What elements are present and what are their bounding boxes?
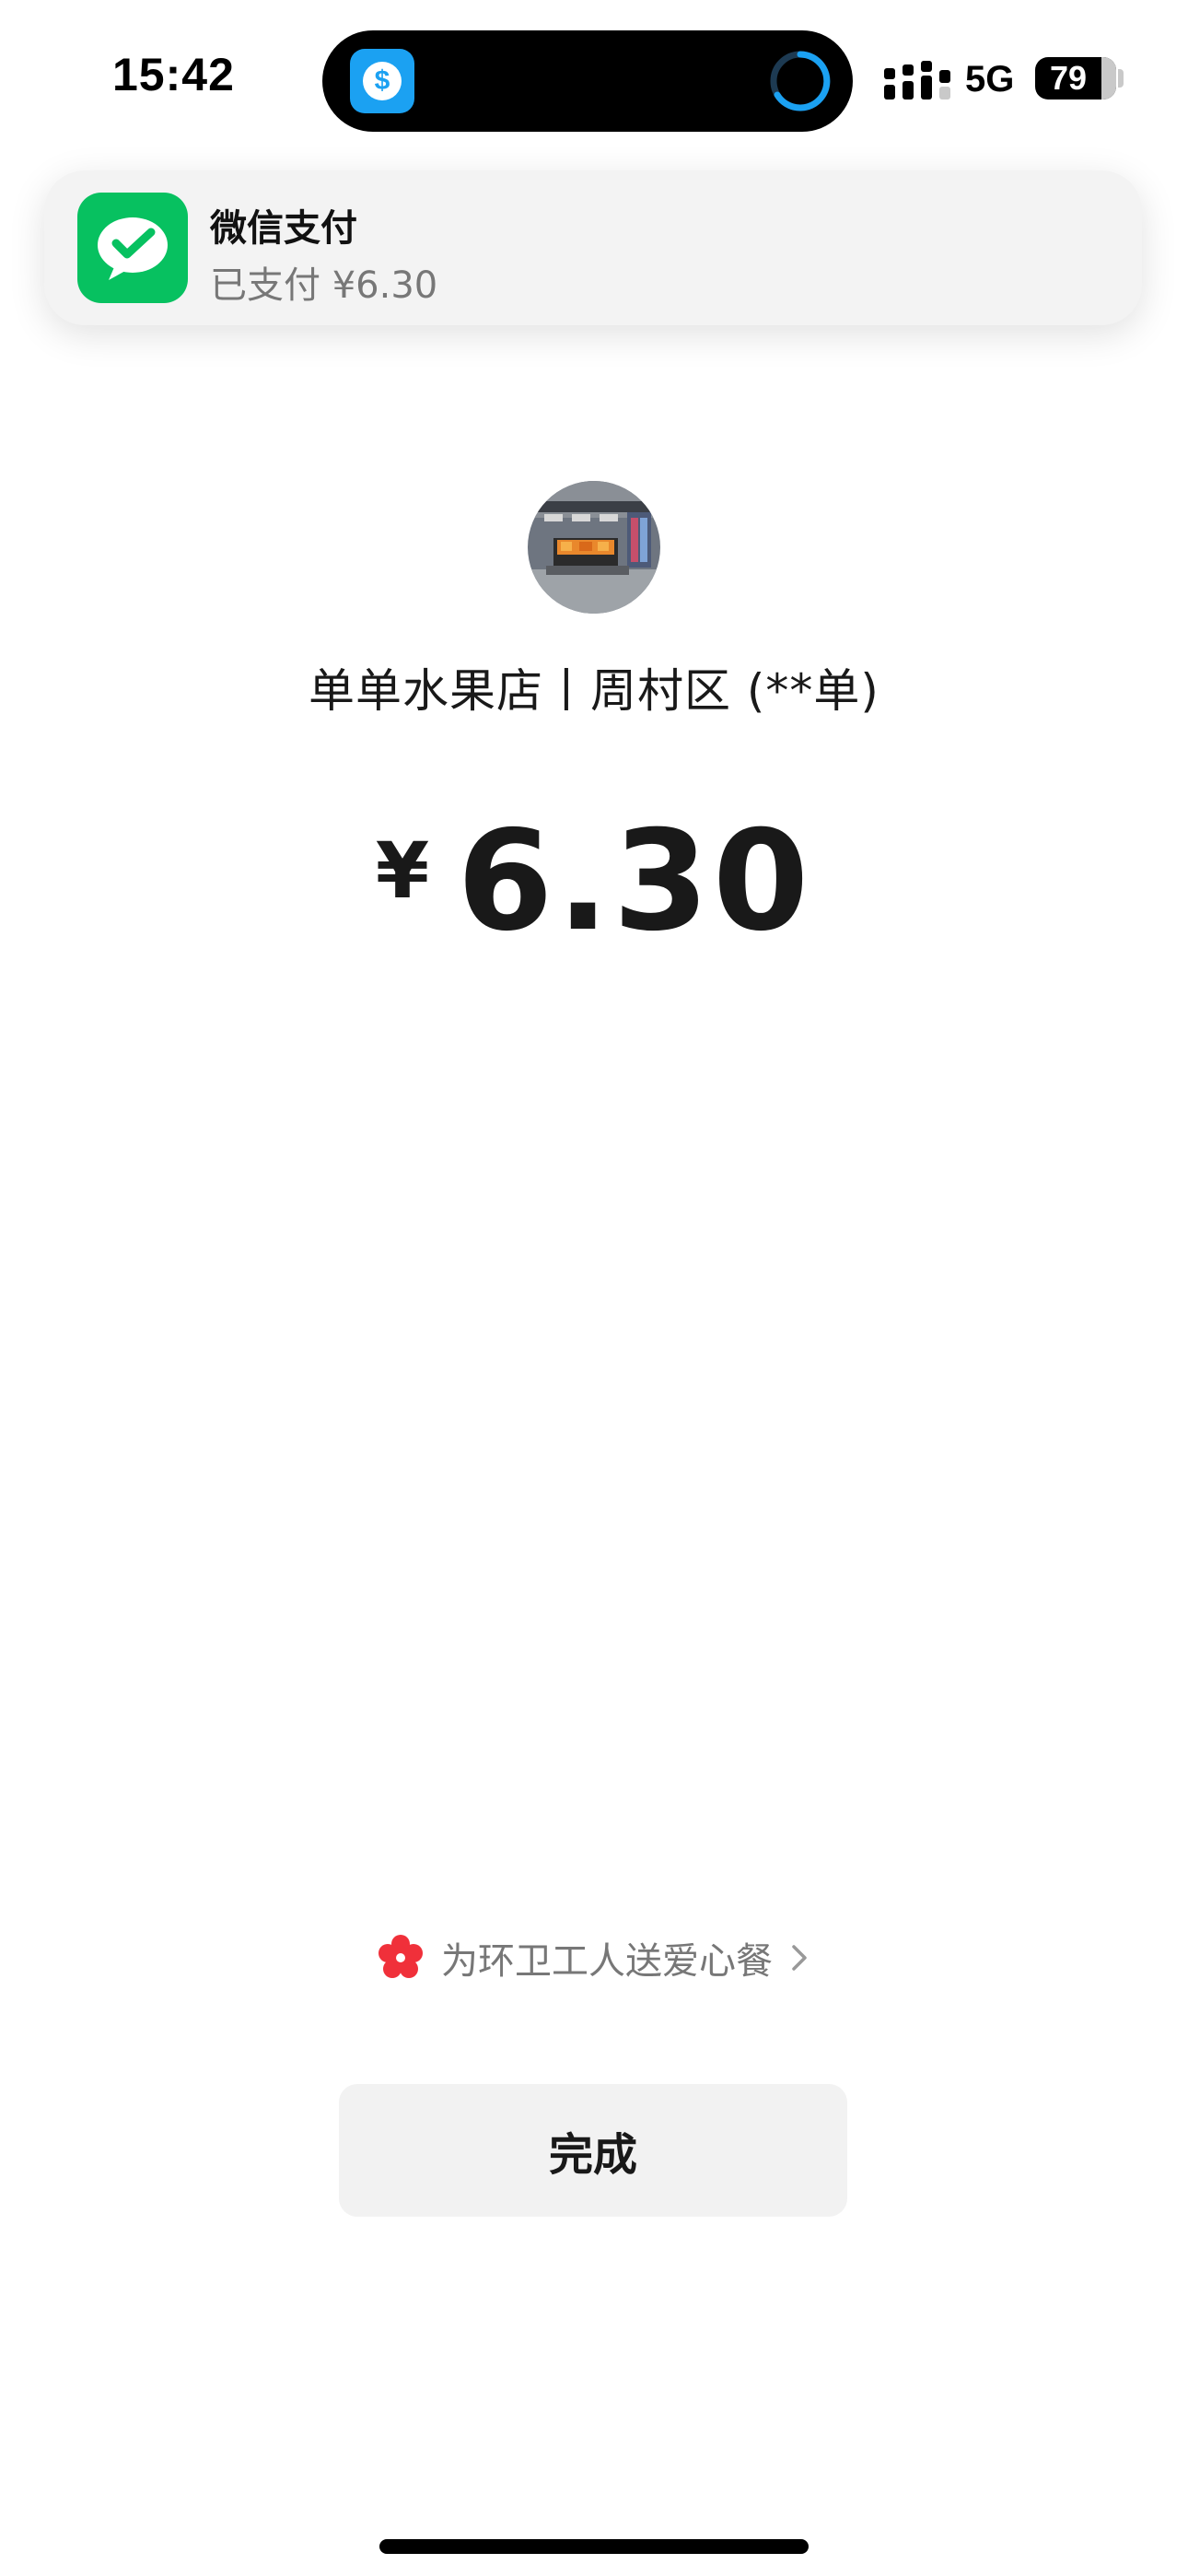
notification-body: 已支付 ¥6.30 bbox=[210, 264, 438, 307]
notification-title: 微信支付 bbox=[210, 207, 357, 250]
merchant-name: 单单水果店丨周村区 (**单) bbox=[309, 664, 879, 718]
battery-level: 79 bbox=[1049, 59, 1088, 97]
charity-link[interactable]: 为环卫工人送爱心餐 bbox=[0, 1926, 1188, 1990]
battery-tip bbox=[1118, 69, 1124, 88]
done-button[interactable]: 完成 bbox=[339, 2084, 847, 2217]
merchant-avatar bbox=[528, 481, 660, 614]
battery-icon: 79 bbox=[1035, 57, 1116, 100]
status-time: 15:42 bbox=[112, 49, 235, 100]
chevron-right-icon bbox=[792, 1945, 807, 1971]
payment-notification[interactable]: 微信支付 已支付 ¥6.30 bbox=[44, 170, 1142, 325]
cellular-signal-icon bbox=[884, 61, 950, 100]
payment-amount: ¥6.30 bbox=[0, 802, 1188, 962]
status-bar: 15:42 $ 5G 79 bbox=[0, 0, 1188, 157]
red-flower-icon bbox=[379, 1935, 423, 1978]
network-type: 5G bbox=[965, 59, 1015, 100]
progress-ring-icon bbox=[770, 51, 831, 111]
wechat-pay-icon bbox=[77, 193, 188, 303]
amount-value: 6.30 bbox=[457, 802, 813, 962]
dynamic-island[interactable]: $ bbox=[322, 30, 853, 132]
home-indicator[interactable] bbox=[379, 2539, 809, 2554]
dollar-coin-icon: $ bbox=[350, 49, 414, 113]
charity-label: 为环卫工人送爱心餐 bbox=[441, 1940, 773, 1983]
currency-symbol: ¥ bbox=[375, 825, 430, 916]
